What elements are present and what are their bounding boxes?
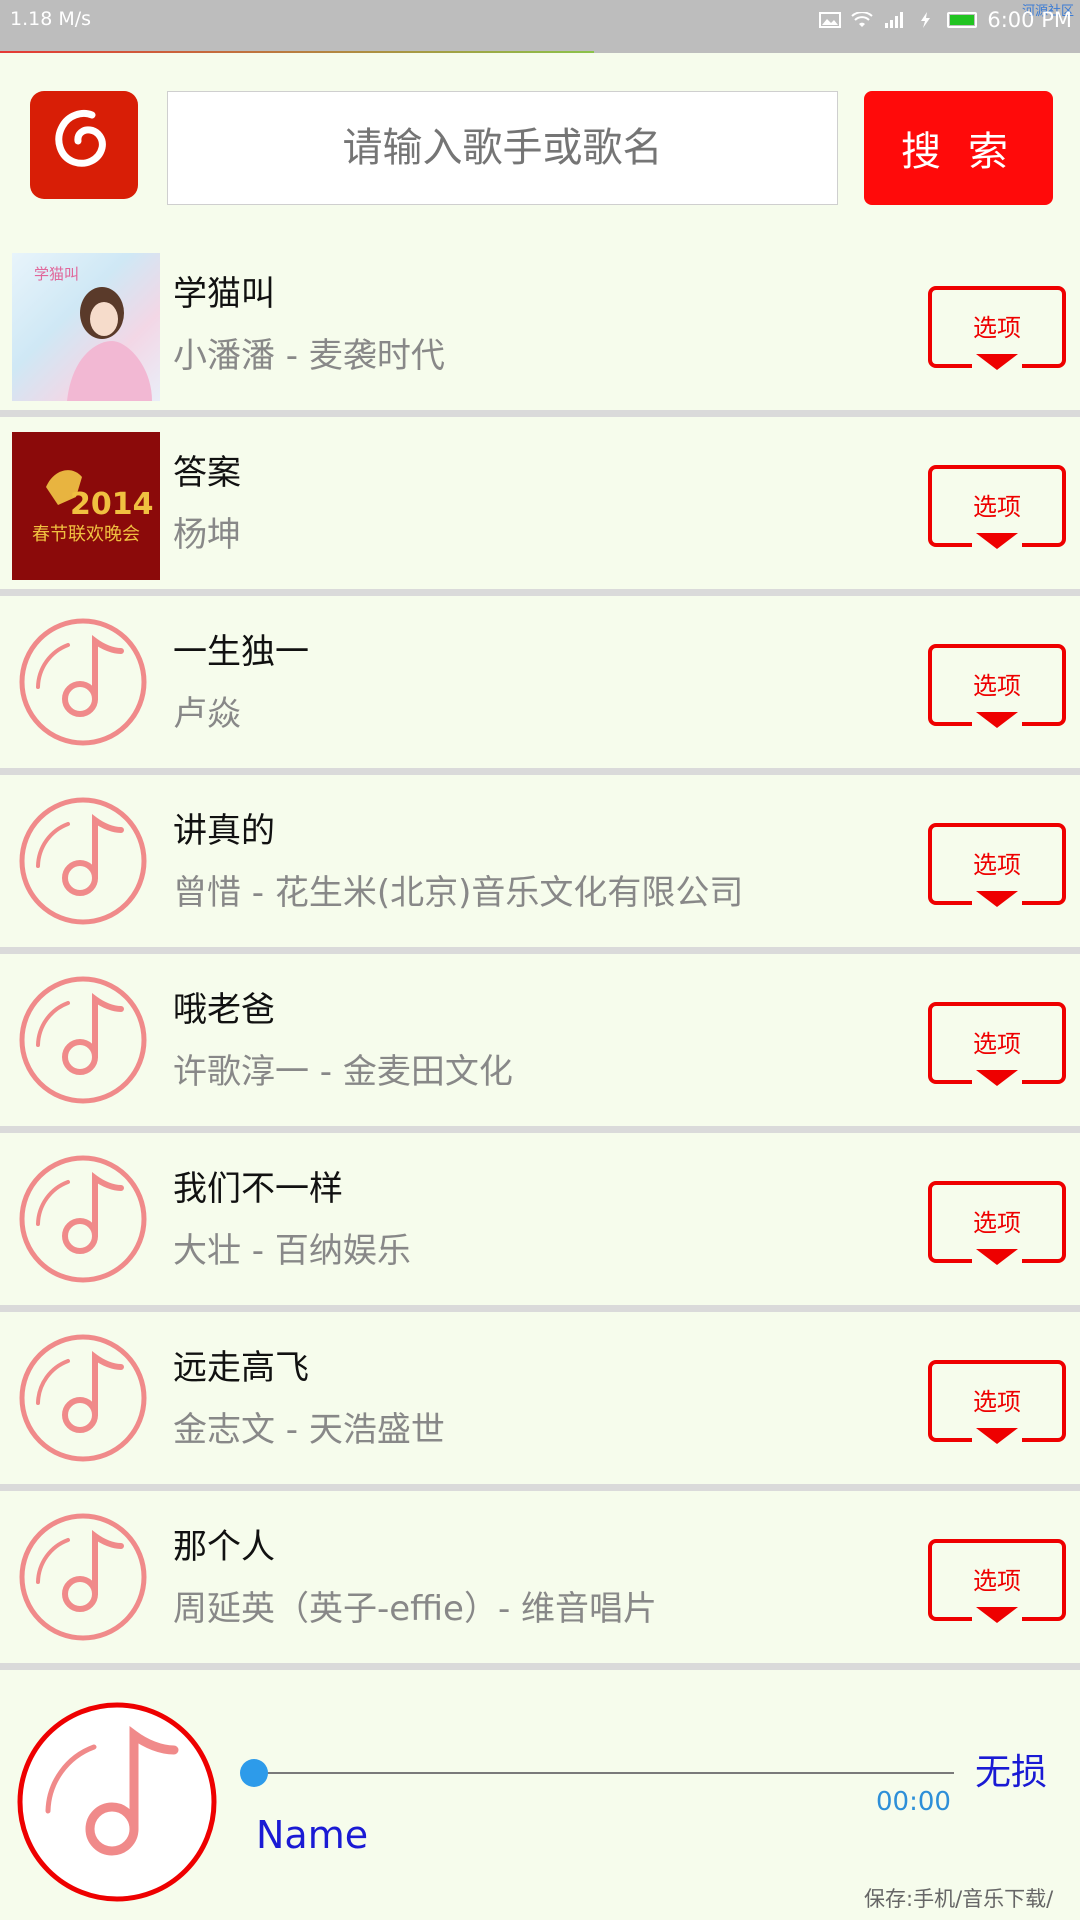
network-speed: 1.18 M/s (10, 8, 92, 30)
album-cover: 2014 春节联欢晚会 (12, 432, 160, 580)
options-label: 选项 (973, 1388, 1021, 1416)
song-row[interactable]: 学猫叫 学猫叫 小潘潘 - 麦袭时代 选项 (0, 238, 1080, 417)
song-artist: 周延英（英子-effie）- 维音唱片 (173, 1589, 658, 1629)
battery-icon (947, 12, 978, 28)
options-button[interactable]: 选项 (926, 284, 1068, 370)
options-label: 选项 (973, 1209, 1021, 1237)
song-artist: 小潘潘 - 麦袭时代 (173, 336, 445, 376)
svg-text:春节联欢晚会: 春节联欢晚会 (32, 524, 140, 545)
search-header: 搜 索 (0, 53, 1080, 238)
song-title: 一生独一 (173, 632, 309, 672)
song-artist: 金志文 - 天浩盛世 (173, 1410, 445, 1450)
signal-icon (885, 12, 904, 28)
status-bar: 1.18 M/s 河源社区 6:00 PM (0, 0, 1080, 53)
search-input[interactable] (167, 91, 838, 205)
song-row[interactable]: 讲真的 曾惜 - 花生米(北京)音乐文化有限公司 选项 (0, 775, 1080, 954)
options-button[interactable]: 选项 (926, 1537, 1068, 1623)
song-row[interactable]: 我们不一样 大壮 - 百纳娱乐 选项 (0, 1133, 1080, 1312)
song-title: 远走高飞 (173, 1348, 309, 1388)
player-disc-icon[interactable] (16, 1701, 218, 1903)
options-label: 选项 (973, 672, 1021, 700)
music-note-icon (19, 1334, 147, 1462)
options-button[interactable]: 选项 (926, 1000, 1068, 1086)
song-title: 答案 (173, 453, 241, 493)
playback-time: 00:00 (876, 1787, 951, 1817)
progress-thumb[interactable] (240, 1759, 268, 1787)
music-note-icon (19, 1513, 147, 1641)
progress-track[interactable] (254, 1772, 954, 1774)
options-label: 选项 (973, 1030, 1021, 1058)
song-artist: 杨坤 (173, 515, 241, 555)
quality-toggle[interactable]: 无损 (975, 1743, 1047, 1795)
song-title: 我们不一样 (173, 1169, 343, 1209)
options-button[interactable]: 选项 (926, 642, 1068, 728)
status-icons: 6:00 PM (819, 8, 1072, 32)
options-button[interactable]: 选项 (926, 463, 1068, 549)
options-label: 选项 (973, 314, 1021, 342)
search-button[interactable]: 搜 索 (864, 91, 1053, 205)
music-note-icon (19, 976, 147, 1104)
song-artist: 大壮 - 百纳娱乐 (173, 1231, 411, 1271)
song-artist: 许歌淳一 - 金麦田文化 (173, 1052, 513, 1092)
options-button[interactable]: 选项 (926, 1358, 1068, 1444)
netease-music-logo-icon[interactable] (30, 91, 138, 199)
wifi-icon (851, 12, 874, 27)
now-playing-name: Name (256, 1813, 369, 1857)
music-note-icon (19, 1155, 147, 1283)
song-artist: 卢焱 (173, 694, 241, 734)
options-button[interactable]: 选项 (926, 1179, 1068, 1265)
song-row[interactable]: 2014 春节联欢晚会 答案 杨坤 选项 (0, 417, 1080, 596)
album-art-image: 2014 春节联欢晚会 (12, 432, 160, 580)
song-list: 学猫叫 学猫叫 小潘潘 - 麦袭时代 选项 2014 春节联欢晚会 答案 杨坤 (0, 238, 1080, 1670)
svg-text:2014: 2014 (70, 487, 154, 522)
album-art-image: 学猫叫 (34, 265, 152, 401)
save-path-info: 保存:手机/音乐下载/ (864, 1887, 1054, 1911)
options-button[interactable]: 选项 (926, 821, 1068, 907)
song-row[interactable]: 远走高飞 金志文 - 天浩盛世 选项 (0, 1312, 1080, 1491)
mini-player: 00:00 无损 Name 保存:手机/音乐下载/ (0, 1695, 1080, 1920)
clock: 6:00 PM (987, 8, 1072, 32)
song-row[interactable]: 那个人 周延英（英子-effie）- 维音唱片 选项 (0, 1491, 1080, 1670)
options-label: 选项 (973, 851, 1021, 879)
song-title: 讲真的 (173, 811, 275, 851)
song-title: 那个人 (173, 1527, 275, 1567)
album-cover: 学猫叫 (12, 253, 160, 401)
song-title: 哦老爸 (173, 990, 275, 1030)
image-notification-icon (819, 12, 842, 28)
charging-icon (921, 12, 931, 28)
svg-text:学猫叫: 学猫叫 (34, 265, 79, 283)
song-title: 学猫叫 (173, 274, 275, 314)
song-artist: 曾惜 - 花生米(北京)音乐文化有限公司 (173, 873, 744, 913)
song-row[interactable]: 哦老爸 许歌淳一 - 金麦田文化 选项 (0, 954, 1080, 1133)
music-note-icon (19, 618, 147, 746)
options-label: 选项 (973, 1567, 1021, 1595)
options-label: 选项 (973, 493, 1021, 521)
music-note-icon (19, 797, 147, 925)
song-row[interactable]: 一生独一 卢焱 选项 (0, 596, 1080, 775)
